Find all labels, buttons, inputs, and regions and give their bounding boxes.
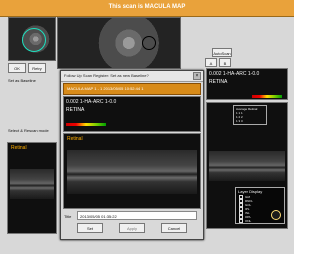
ok-button[interactable]: OK — [8, 63, 26, 73]
dialog-metrics-color-bar — [66, 123, 106, 126]
legend-item: 1 3 3 — [236, 119, 243, 123]
oct-b-scan-right — [209, 151, 285, 181]
optic-disc — [142, 36, 156, 50]
dialog-oct-b-scan — [67, 150, 197, 194]
select-rescan-text: Select & Rescan mode — [8, 128, 49, 133]
set-as-baseline-text: Set as Baseline — [8, 78, 36, 83]
dialog-titlebar: Follow Up Scan Register: Set as new Base… — [61, 71, 203, 82]
autoscan-button[interactable]: AutoScan — [212, 48, 232, 57]
dialog-retinal-label: Retinal — [67, 136, 83, 142]
title-bar: This scan is MACULA MAP — [0, 0, 294, 17]
layer-display-title: Layer Display — [238, 189, 263, 194]
metrics-color-bar — [252, 95, 282, 98]
retry-button[interactable]: Retry — [28, 63, 46, 73]
dialog-apply-button[interactable]: Apply — [119, 223, 145, 233]
metrics-status: RETINA — [209, 79, 228, 85]
gear-icon[interactable] — [271, 210, 281, 220]
select-rescan-label: Select & Rescan mode — [8, 128, 49, 133]
metrics-text: 0.002 1-HA-ARC 1-0.0 — [209, 71, 260, 77]
dialog-scan-panel: Retinal — [63, 133, 201, 209]
retina-label: Retinal — [11, 145, 27, 151]
title-input[interactable]: 2013/05/05 01:35:22 — [77, 211, 197, 220]
dialog-metrics: 0.002 1-HA-ARC 1-0.0 RETINA — [63, 96, 201, 132]
layer-checkbox[interactable] — [239, 219, 243, 223]
set-as-baseline-label: Set as Baseline — [8, 78, 36, 83]
dialog-cancel-button[interactable]: Cancel — [161, 223, 187, 233]
dialog-set-button[interactable]: Set — [77, 223, 103, 233]
oct-scan-panel-left: Retinal — [7, 142, 57, 234]
layer-label: ONL — [245, 219, 252, 223]
fundus-image — [8, 17, 56, 61]
macula-ring — [22, 28, 46, 52]
baseline-dialog: Follow Up Scan Register: Set as new Base… — [60, 70, 204, 240]
layer-display-panel: Layer Display ILM RNFL GCL IPL INL OPL O… — [235, 187, 285, 224]
title-label: Title — [64, 214, 72, 219]
dialog-metrics-text: 0.002 1-HA-ARC 1-0.0 — [66, 99, 117, 105]
scan-b-button[interactable]: B — [219, 58, 231, 67]
oct-b-scan — [10, 169, 54, 199]
dialog-header-text: MACULA MAP 1 - 1 2013/05/05 10:52:44 1 — [67, 86, 144, 91]
dialog-title: Follow Up Scan Register: Set as new Base… — [64, 73, 149, 78]
average-retinal-legend: Average Retinal 1 1 1 1 2 2 1 3 3 — [233, 105, 267, 125]
oct-scan-panel-right: Average Retinal 1 1 1 1 2 2 1 3 3 Layer … — [206, 102, 288, 229]
metrics-panel-right: 0.002 1-HA-ARC 1-0.0 RETINA — [206, 68, 288, 100]
dialog-metrics-status: RETINA — [66, 107, 85, 113]
close-icon[interactable]: × — [193, 72, 201, 80]
scan-a-button[interactable]: A — [205, 58, 217, 67]
window-title: This scan is MACULA MAP — [108, 4, 186, 10]
dialog-header: MACULA MAP 1 - 1 2013/05/05 10:52:44 1 — [63, 83, 201, 95]
top-fundus-overview — [57, 17, 181, 69]
